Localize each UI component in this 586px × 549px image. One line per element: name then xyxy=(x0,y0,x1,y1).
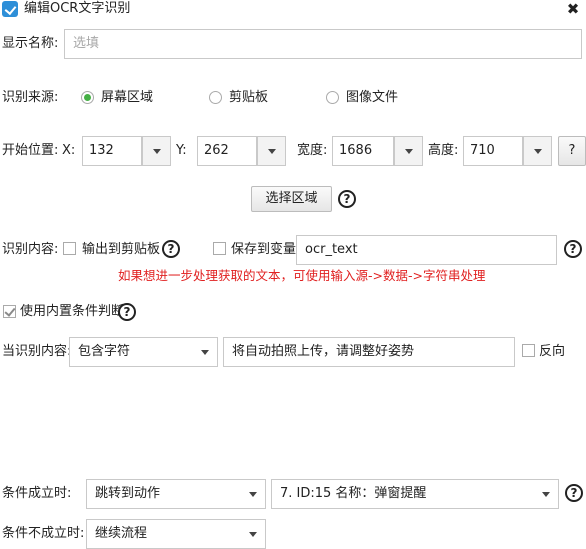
on-false-action-value: 继续流程 xyxy=(95,526,148,541)
source-option-image-file-label: 图像文件 xyxy=(346,90,399,105)
on-true-target-select[interactable]: 7. ID:15 名称：弹窗提醒 xyxy=(271,479,559,509)
help-icon[interactable]: ? xyxy=(565,484,583,502)
x-input[interactable]: 132 xyxy=(82,136,142,166)
reverse-checkbox[interactable] xyxy=(522,344,535,357)
source-option-screen-label: 屏幕区域 xyxy=(101,90,154,105)
start-position-label: 开始位置: xyxy=(2,143,59,158)
display-name-label: 显示名称: xyxy=(2,36,59,51)
select-area-button[interactable]: 选择区域 xyxy=(251,186,332,212)
chevron-down-icon xyxy=(534,149,542,154)
width-dropdown-button[interactable] xyxy=(394,136,423,166)
width-input[interactable]: 1686 xyxy=(332,136,394,166)
source-option-clipboard-label: 剪贴板 xyxy=(229,90,269,105)
output-clipboard-label: 输出到剪贴板 xyxy=(82,242,161,257)
help-icon[interactable]: ? xyxy=(162,240,180,258)
chevron-down-icon xyxy=(153,149,161,154)
chevron-down-icon xyxy=(249,492,257,497)
condition-operator-value: 包含字符 xyxy=(78,344,131,359)
y-dropdown-button[interactable] xyxy=(257,136,286,166)
condition-value-input[interactable]: 将自动拍照上传，请调整好姿势 xyxy=(223,337,515,367)
position-help-button[interactable]: ? xyxy=(558,136,586,166)
on-true-action-value: 跳转到动作 xyxy=(95,486,161,501)
save-variable-label: 保存到变量: xyxy=(231,242,301,257)
source-radio-image-file[interactable] xyxy=(326,91,339,104)
on-true-target-value: 7. ID:15 名称：弹窗提醒 xyxy=(280,486,427,501)
window-title: 编辑OCR文字识别 xyxy=(24,1,131,16)
data-processing-hint: 如果想进一步处理获取的文本，可使用输入源->数据->字符串处理 xyxy=(118,268,486,283)
chevron-down-icon xyxy=(249,532,257,537)
display-name-input[interactable]: 选填 xyxy=(64,29,582,59)
help-icon[interactable]: ? xyxy=(564,240,582,258)
on-false-label: 条件不成立时: xyxy=(2,526,85,541)
x-label: X: xyxy=(62,143,76,158)
save-variable-checkbox[interactable] xyxy=(213,242,226,255)
y-label: Y: xyxy=(176,143,187,158)
width-label: 宽度: xyxy=(297,143,328,158)
help-icon[interactable]: ? xyxy=(338,190,356,208)
content-label: 识别内容: xyxy=(2,242,59,257)
builtin-condition-label: 使用内置条件判断 xyxy=(20,304,125,319)
app-logo-icon xyxy=(2,1,18,17)
chevron-down-icon xyxy=(405,149,413,154)
source-radio-screen[interactable] xyxy=(81,91,94,104)
chevron-down-icon xyxy=(542,492,550,497)
source-label: 识别来源: xyxy=(2,90,59,105)
title-bar: 编辑OCR文字识别 ✖ xyxy=(0,0,586,20)
chevron-down-icon xyxy=(268,149,276,154)
height-label: 高度: xyxy=(428,143,459,158)
on-true-action-select[interactable]: 跳转到动作 xyxy=(86,479,266,509)
variable-name-input[interactable]: ocr_text xyxy=(296,235,557,265)
height-dropdown-button[interactable] xyxy=(523,136,552,166)
condition-label: 当识别内容: xyxy=(2,344,72,359)
on-true-label: 条件成立时: xyxy=(2,486,72,501)
condition-operator-select[interactable]: 包含字符 xyxy=(69,337,218,367)
x-dropdown-button[interactable] xyxy=(142,136,171,166)
output-clipboard-checkbox[interactable] xyxy=(63,242,76,255)
close-icon[interactable]: ✖ xyxy=(564,0,582,18)
reverse-label: 反向 xyxy=(539,344,566,359)
on-false-action-select[interactable]: 继续流程 xyxy=(86,519,266,549)
source-radio-clipboard[interactable] xyxy=(209,91,222,104)
builtin-condition-checkbox[interactable] xyxy=(3,305,16,318)
chevron-down-icon xyxy=(201,350,209,355)
help-icon[interactable]: ? xyxy=(118,303,136,321)
height-input[interactable]: 710 xyxy=(463,136,523,166)
y-input[interactable]: 262 xyxy=(197,136,257,166)
